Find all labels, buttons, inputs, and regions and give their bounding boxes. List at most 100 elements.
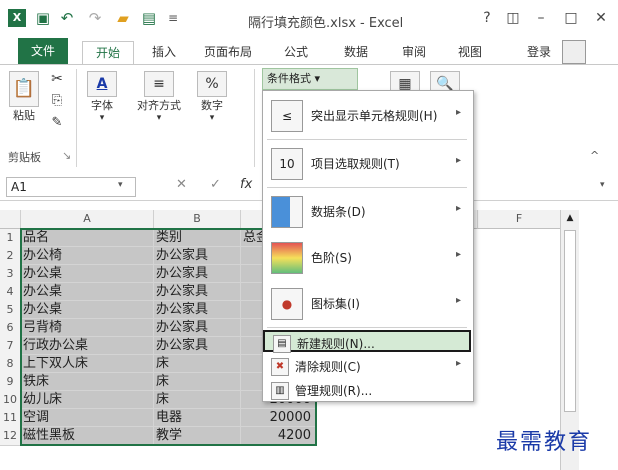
row-header[interactable]: 3 — [0, 265, 21, 284]
expand-formula-icon[interactable]: ▾ — [600, 180, 605, 190]
menu-item-highlight-rules[interactable]: ≤ 突出显示单元格规则(H) ▸ — [263, 95, 471, 135]
tab-page-layout[interactable]: 页面布局 — [196, 41, 260, 63]
window-title: 隔行填充颜色.xlsx - Excel — [248, 16, 404, 31]
save-icon[interactable]: ▣ — [34, 9, 52, 27]
copy-button[interactable]: ⎘ — [46, 93, 68, 108]
enter-icon[interactable]: ✓ — [210, 177, 221, 192]
font-label: 字体 — [91, 99, 113, 112]
scrollbar-thumb[interactable] — [564, 230, 576, 412]
select-all-corner[interactable] — [0, 210, 21, 229]
title-bar: X ▣ ↶ ↷ ▰ ▤ ≡ 隔行填充颜色.xlsx - Excel ? ◫ – … — [0, 0, 618, 38]
eraser-icon: ✖ — [271, 358, 289, 376]
number-label: 数字 — [201, 99, 223, 112]
tab-home[interactable]: 开始 — [82, 41, 134, 64]
copy-icon: ⎘ — [51, 93, 63, 108]
color-scales-icon — [271, 242, 303, 274]
column-header-f[interactable]: F — [478, 210, 561, 229]
row-header[interactable]: 2 — [0, 247, 21, 266]
row-header[interactable]: 1 — [0, 229, 21, 248]
submenu-arrow-icon: ▸ — [455, 203, 461, 214]
clipboard-launcher-icon[interactable]: ↘ — [62, 149, 71, 162]
maximize-button[interactable]: □ — [560, 8, 582, 28]
conditional-format-button[interactable]: 条件格式 ▾ — [262, 68, 358, 90]
redo-icon[interactable]: ↷ — [86, 9, 104, 27]
divider — [267, 139, 467, 140]
excel-logo-icon: X — [8, 9, 26, 27]
new-rule-icon: ▤ — [273, 335, 291, 353]
divider — [254, 69, 255, 167]
menu-item-label: 新建规则(N)... — [297, 337, 375, 351]
menu-item-data-bars[interactable]: 数据条(D) ▸ — [263, 191, 471, 231]
align-icon: ≡ — [144, 71, 174, 97]
number-button[interactable]: % 数字 ▾ — [194, 71, 230, 123]
column-header-b[interactable]: B — [154, 210, 241, 229]
conditional-format-menu: ≤ 突出显示单元格规则(H) ▸ 10 项目选取规则(T) ▸ 数据条(D) ▸… — [262, 90, 474, 402]
minimize-button[interactable]: – — [530, 8, 552, 28]
alignment-label: 对齐方式 — [137, 99, 181, 112]
row-header[interactable]: 6 — [0, 319, 21, 338]
alignment-button[interactable]: ≡ 对齐方式 ▾ — [128, 71, 190, 123]
row-header[interactable]: 8 — [0, 355, 21, 374]
menu-item-label: 管理规则(R)... — [295, 384, 373, 398]
highlight-cells-icon: ≤ — [271, 100, 303, 132]
submenu-arrow-icon: ▸ — [455, 155, 461, 166]
divider — [267, 187, 467, 188]
row-header[interactable]: 5 — [0, 301, 21, 320]
submenu-arrow-icon: ▸ — [455, 107, 461, 118]
submenu-arrow-icon: ▸ — [455, 249, 461, 260]
column-header-a[interactable]: A — [21, 210, 154, 229]
login-link[interactable]: 登录 — [522, 41, 556, 63]
row-header[interactable]: 4 — [0, 283, 21, 302]
menu-item-label: 清除规则(C) — [295, 360, 361, 374]
scroll-up-icon[interactable]: ▲ — [561, 210, 579, 226]
menu-item-clear-rules[interactable]: ✖ 清除规则(C) ▸ — [263, 355, 471, 377]
menu-item-label: 突出显示单元格规则(H) — [311, 109, 438, 123]
watermark-text: 最需教育 — [496, 430, 593, 455]
fx-icon[interactable]: fx — [240, 177, 252, 192]
menu-item-icon-sets[interactable]: ● 图标集(I) ▸ — [263, 283, 471, 323]
tab-formulas[interactable]: 公式 — [276, 41, 316, 63]
percent-icon: % — [197, 71, 227, 97]
collapse-ribbon-icon[interactable]: ^ — [590, 149, 599, 162]
tab-file[interactable]: 文件 — [18, 38, 68, 64]
menu-item-label: 色阶(S) — [311, 251, 352, 265]
ribbon-tabs: 文件 开始 插入 页面布局 公式 数据 审阅 视图 登录 — [0, 38, 618, 64]
tab-data[interactable]: 数据 — [336, 41, 376, 63]
chevron-down-icon[interactable]: ▾ — [118, 180, 123, 190]
divider — [267, 327, 467, 328]
ribbon-display-button[interactable]: ◫ — [502, 8, 524, 28]
row-header[interactable]: 11 — [0, 409, 21, 428]
tab-review[interactable]: 审阅 — [394, 41, 434, 63]
data-bars-icon — [271, 196, 303, 228]
menu-item-new-rule[interactable]: ▤ 新建规则(N)... — [263, 330, 471, 353]
manage-rules-icon: ▥ — [271, 382, 289, 400]
row-header[interactable]: 7 — [0, 337, 21, 356]
cancel-icon[interactable]: ✕ — [176, 177, 187, 192]
clipboard-group-label: 剪贴板 — [8, 151, 41, 164]
tab-insert[interactable]: 插入 — [144, 41, 184, 63]
menu-item-label: 数据条(D) — [311, 205, 366, 219]
row-header[interactable]: 9 — [0, 373, 21, 392]
open-folder-icon[interactable]: ▰ — [114, 9, 132, 27]
close-button[interactable]: ✕ — [590, 8, 612, 28]
row-header[interactable]: 12 — [0, 427, 21, 446]
qat-customize-icon[interactable]: ≡ — [164, 9, 182, 27]
undo-icon[interactable]: ↶ — [58, 9, 76, 27]
font-color-icon: A — [87, 71, 117, 97]
format-painter-button[interactable]: ✎ — [46, 115, 68, 130]
help-button[interactable]: ? — [476, 8, 498, 28]
row-header[interactable]: 10 — [0, 391, 21, 410]
name-box[interactable]: A1 — [6, 177, 136, 197]
cut-button[interactable]: ✂ — [46, 71, 68, 87]
font-button[interactable]: A 字体 ▾ — [82, 71, 122, 123]
icon-sets-icon: ● — [271, 288, 303, 320]
avatar[interactable] — [562, 40, 586, 64]
clipboard-icon: 📋 — [9, 71, 39, 107]
top-bottom-icon: 10 — [271, 148, 303, 180]
tab-view[interactable]: 视图 — [450, 41, 490, 63]
menu-item-top-bottom[interactable]: 10 项目选取规则(T) ▸ — [263, 143, 471, 183]
menu-item-color-scales[interactable]: 色阶(S) ▸ — [263, 237, 471, 277]
paste-button[interactable]: 📋 粘贴 — [6, 71, 42, 123]
print-preview-icon[interactable]: ▤ — [140, 9, 158, 27]
menu-item-manage-rules[interactable]: ▥ 管理规则(R)... — [263, 379, 471, 401]
